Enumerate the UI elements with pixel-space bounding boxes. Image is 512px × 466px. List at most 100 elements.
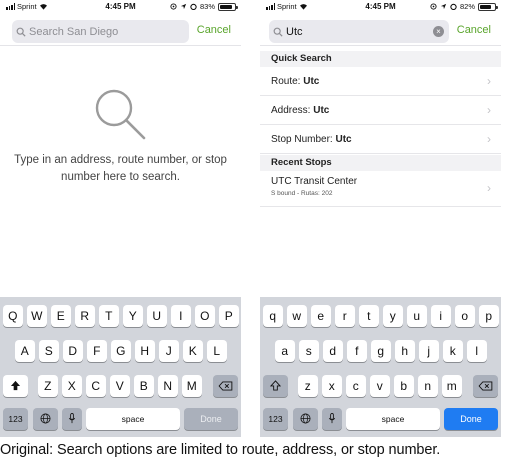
cancel-button[interactable]: Cancel: [457, 24, 491, 36]
key-j[interactable]: J: [159, 340, 179, 362]
key-r[interactable]: R: [75, 305, 95, 327]
key-x[interactable]: X: [62, 375, 82, 397]
clear-icon[interactable]: ×: [433, 26, 444, 37]
key-a[interactable]: a: [275, 340, 295, 362]
recent-stop-item[interactable]: UTC Transit Center S bound - Rutas: 202 …: [260, 171, 501, 207]
key-d[interactable]: d: [323, 340, 343, 362]
key-e[interactable]: E: [51, 305, 71, 327]
quick-search-stop-number[interactable]: Stop Number: Utc ›: [260, 125, 501, 154]
key-s[interactable]: s: [299, 340, 319, 362]
key-q[interactable]: Q: [3, 305, 23, 327]
globe-icon: [300, 413, 311, 424]
quick-search-route[interactable]: Route: Utc ›: [260, 67, 501, 96]
key-i[interactable]: i: [431, 305, 451, 327]
lock-rotation-icon: [430, 3, 437, 10]
key-g[interactable]: G: [111, 340, 131, 362]
key-c[interactable]: C: [86, 375, 106, 397]
status-bar: Sprint 4:45 PM 83%: [0, 0, 241, 14]
key-space[interactable]: space: [346, 408, 440, 430]
row-value: Utc: [303, 76, 320, 87]
backspace-icon: [478, 381, 493, 391]
key-z[interactable]: Z: [38, 375, 58, 397]
key-h[interactable]: h: [395, 340, 415, 362]
backspace-icon: [218, 381, 233, 391]
chevron-right-icon: ›: [487, 103, 491, 117]
key-done[interactable]: Done: [444, 408, 498, 430]
microphone-icon: [328, 413, 336, 424]
chevron-right-icon: ›: [487, 74, 491, 88]
key-h[interactable]: H: [135, 340, 155, 362]
key-shift[interactable]: [263, 375, 288, 397]
key-globe[interactable]: [33, 408, 58, 430]
key-y[interactable]: Y: [123, 305, 143, 327]
key-a[interactable]: A: [15, 340, 35, 362]
key-l[interactable]: l: [467, 340, 487, 362]
key-y[interactable]: y: [383, 305, 403, 327]
cancel-button[interactable]: Cancel: [197, 24, 231, 36]
key-backspace[interactable]: [213, 375, 238, 397]
search-input[interactable]: [29, 25, 169, 38]
key-m[interactable]: m: [442, 375, 462, 397]
alarm-icon: [450, 3, 457, 10]
key-dictation[interactable]: [322, 408, 342, 430]
stop-name: UTC Transit Center: [271, 176, 358, 187]
key-l[interactable]: L: [207, 340, 227, 362]
key-backspace[interactable]: [473, 375, 498, 397]
key-t[interactable]: t: [359, 305, 379, 327]
row-label: Route:: [271, 76, 301, 87]
figure-caption: Original: Search options are limited to …: [0, 442, 441, 458]
key-numbers[interactable]: 123: [263, 408, 288, 430]
key-r[interactable]: r: [335, 305, 355, 327]
key-q[interactable]: q: [263, 305, 283, 327]
key-i[interactable]: I: [171, 305, 191, 327]
key-c[interactable]: c: [346, 375, 366, 397]
lock-rotation-icon: [170, 3, 177, 10]
key-p[interactable]: P: [219, 305, 239, 327]
key-z[interactable]: z: [298, 375, 318, 397]
key-k[interactable]: k: [443, 340, 463, 362]
key-t[interactable]: T: [99, 305, 119, 327]
key-e[interactable]: e: [311, 305, 331, 327]
location-arrow-icon: [440, 3, 447, 10]
key-numbers[interactable]: 123: [3, 408, 28, 430]
key-m[interactable]: M: [182, 375, 202, 397]
key-p[interactable]: p: [479, 305, 499, 327]
key-o[interactable]: O: [195, 305, 215, 327]
key-j[interactable]: j: [419, 340, 439, 362]
key-x[interactable]: x: [322, 375, 342, 397]
key-f[interactable]: f: [347, 340, 367, 362]
key-u[interactable]: u: [407, 305, 427, 327]
key-b[interactable]: b: [394, 375, 414, 397]
key-k[interactable]: K: [183, 340, 203, 362]
key-dictation[interactable]: [62, 408, 82, 430]
row-value: Utc: [313, 105, 330, 116]
battery-icon: [478, 2, 498, 11]
key-u[interactable]: U: [147, 305, 167, 327]
location-arrow-icon: [180, 3, 187, 10]
key-shift[interactable]: [3, 375, 28, 397]
quick-search-address[interactable]: Address: Utc ›: [260, 96, 501, 125]
key-w[interactable]: w: [287, 305, 307, 327]
key-g[interactable]: g: [371, 340, 391, 362]
key-space[interactable]: space: [86, 408, 180, 430]
key-d[interactable]: D: [63, 340, 83, 362]
microphone-icon: [68, 413, 76, 424]
search-field[interactable]: [12, 20, 189, 43]
search-field[interactable]: ×: [269, 20, 449, 43]
key-s[interactable]: S: [39, 340, 59, 362]
keyboard: 123 space Done qwertyuiop asdfghjkl zxcvbn…: [260, 297, 501, 437]
key-v[interactable]: v: [370, 375, 390, 397]
key-n[interactable]: N: [158, 375, 178, 397]
key-w[interactable]: W: [27, 305, 47, 327]
key-done[interactable]: Done: [184, 408, 238, 430]
search-input[interactable]: [286, 25, 426, 38]
key-b[interactable]: B: [134, 375, 154, 397]
key-f[interactable]: F: [87, 340, 107, 362]
key-globe[interactable]: [293, 408, 318, 430]
alarm-icon: [190, 3, 197, 10]
search-bar: × Cancel: [260, 18, 501, 46]
key-v[interactable]: V: [110, 375, 130, 397]
key-n[interactable]: n: [418, 375, 438, 397]
chevron-right-icon: ›: [487, 181, 491, 195]
key-o[interactable]: o: [455, 305, 475, 327]
